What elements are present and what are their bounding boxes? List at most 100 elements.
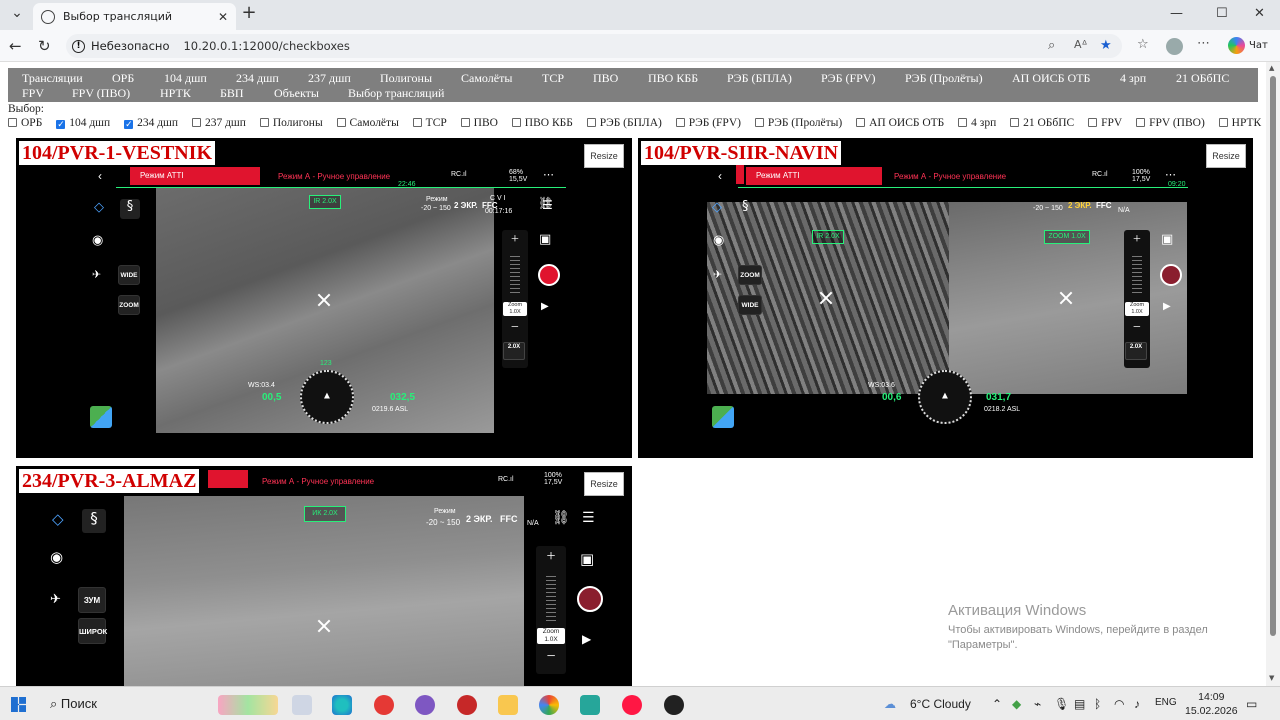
selection-option[interactable]: 4 зрп	[955, 117, 996, 129]
menu-item[interactable]: Самолёты	[461, 71, 512, 86]
ir-value-box[interactable]: 2.0X	[1125, 342, 1147, 360]
resize-button[interactable]: Resize	[1206, 144, 1246, 168]
tab-close-icon[interactable]: ✕	[218, 10, 228, 24]
checkbox[interactable]	[1088, 118, 1098, 127]
app-icon-teal[interactable]	[580, 695, 600, 715]
selection-option[interactable]: FPV	[1085, 117, 1122, 129]
checkbox[interactable]	[856, 118, 866, 127]
checkbox[interactable]	[259, 118, 269, 127]
checkbox-checked[interactable]: ✓	[56, 120, 66, 129]
menu-item[interactable]: 4 зрп	[1120, 71, 1146, 86]
menu-item[interactable]: Трансляции	[22, 71, 83, 86]
menu-item[interactable]: 234 дшп	[236, 71, 279, 86]
yandex-icon[interactable]	[374, 695, 394, 715]
resize-button[interactable]: Resize	[584, 472, 624, 496]
chrome-icon[interactable]	[539, 695, 559, 715]
camera-icon[interactable]: ▣	[539, 232, 551, 247]
zoom-button[interactable]: ZOOM	[118, 295, 140, 315]
taskbar-search[interactable]: ⌕ Поиск	[50, 696, 97, 712]
settings-sliders-icon[interactable]: ☰	[582, 510, 595, 526]
selection-option[interactable]: Самолёты	[334, 117, 399, 129]
checkbox[interactable]	[1010, 118, 1020, 127]
back-arrow-icon[interactable]: ←	[9, 37, 22, 55]
selection-option[interactable]: ОРБ	[8, 117, 42, 129]
menu-item[interactable]: 21 ОБбПС	[1176, 71, 1229, 86]
menu-item[interactable]: ТСР	[542, 71, 564, 86]
zoom-out-icon[interactable]: −	[536, 648, 566, 666]
menu-item[interactable]: FPV	[22, 86, 44, 101]
tab-actions-chevron-icon[interactable]: ⌄	[6, 5, 28, 21]
weather-cloud-icon[interactable]: ☁	[884, 697, 896, 711]
checkbox[interactable]	[460, 118, 470, 127]
zoom-button[interactable]: ЗУМ	[78, 587, 106, 613]
notifications-icon[interactable]: ▭	[1246, 697, 1257, 711]
weather-text[interactable]: 6°C Cloudy	[910, 697, 971, 711]
minimize-button[interactable]: —	[1170, 6, 1183, 21]
menu-item[interactable]: FPV (ПВО)	[72, 86, 130, 101]
task-view-icon[interactable]	[292, 695, 312, 715]
checkbox[interactable]	[336, 118, 346, 127]
scroll-down-arrow-icon[interactable]: ▼	[1269, 674, 1274, 682]
ffc-text[interactable]: FFC	[500, 514, 518, 524]
tray-app-icon[interactable]: ◆	[1012, 697, 1021, 711]
edge-browser-icon[interactable]	[332, 695, 352, 715]
menu-item[interactable]: 104 дшп	[164, 71, 207, 86]
selection-option[interactable]: ✓ 104 дшп	[53, 117, 110, 129]
bluetooth-icon[interactable]: ᛒ	[1094, 697, 1101, 711]
search-highlight-image[interactable]	[218, 695, 278, 715]
reload-icon[interactable]: ↻	[38, 37, 51, 55]
app-icon-dark[interactable]	[664, 695, 684, 715]
checkbox[interactable]	[412, 118, 422, 127]
menu-item[interactable]: ПВО КББ	[648, 71, 698, 86]
more-menu-icon[interactable]: ⋯	[1197, 36, 1210, 51]
target-lock-icon[interactable]: ◉	[92, 233, 103, 248]
address-bar[interactable]: ! Небезопасно 10.20.0.1:12000/checkboxes…	[66, 34, 1122, 58]
zoom-out-icon[interactable]: −	[1124, 320, 1150, 336]
windows-start-icon[interactable]	[11, 697, 26, 712]
selection-option[interactable]: РЭБ (FPV)	[673, 117, 741, 129]
more-icon[interactable]: ⋯	[543, 168, 554, 181]
drone-mode-icon[interactable]: ◇	[52, 510, 64, 528]
security-label[interactable]: Небезопасно	[91, 39, 169, 53]
file-explorer-icon[interactable]	[498, 695, 518, 715]
checkbox[interactable]	[1136, 118, 1146, 127]
gimbal-icon[interactable]: §	[742, 199, 749, 214]
selection-option[interactable]: ТСР	[410, 117, 447, 129]
ffc-text[interactable]: FFC	[1096, 201, 1112, 210]
zoom-search-icon[interactable]: ⌕	[1048, 38, 1055, 53]
tray-usb-icon[interactable]: ⌁	[1034, 697, 1041, 711]
menu-item[interactable]: РЭБ (FPV)	[821, 71, 876, 86]
menu-item[interactable]: Выбор трансляций	[348, 86, 444, 101]
menu-item[interactable]: ОРБ	[112, 71, 134, 86]
drone-mode-icon[interactable]: ◇	[712, 200, 722, 215]
selection-option[interactable]: 21 ОБбПС	[1007, 117, 1074, 129]
selection-option[interactable]: РЭБ (Пролёты)	[752, 117, 842, 129]
url-text[interactable]: 10.20.0.1:12000/checkboxes	[183, 39, 349, 53]
selection-option[interactable]: FPV (ПВО)	[1133, 117, 1205, 129]
menu-item[interactable]: РЭБ (Пролёты)	[905, 71, 983, 86]
playback-icon[interactable]: ▶	[1163, 301, 1171, 312]
vertical-scrollbar[interactable]: ▲ ▼	[1266, 62, 1280, 686]
menu-item[interactable]: РЭБ (БПЛА)	[727, 71, 792, 86]
wifi-icon[interactable]: ◠	[1114, 697, 1124, 711]
resize-button[interactable]: Resize	[584, 144, 624, 168]
camera-icon[interactable]: ▣	[580, 550, 594, 568]
maximize-button[interactable]: ☐	[1216, 6, 1228, 21]
zoom-slider[interactable]: + Zoom 1.0X − 2.0X	[502, 230, 528, 368]
playback-icon[interactable]: ▶	[541, 301, 549, 312]
target-lock-icon[interactable]: ◉	[713, 233, 724, 248]
favorite-star-icon[interactable]: ★	[1100, 38, 1112, 53]
wide-button[interactable]: WIDE	[738, 295, 762, 315]
link-icon[interactable]: ⛓	[552, 510, 570, 526]
volume-icon[interactable]: ♪	[1134, 697, 1140, 711]
browser-tab[interactable]: Выбор трансляций ✕	[33, 3, 236, 30]
return-home-icon[interactable]: ✈	[50, 592, 61, 607]
checkbox[interactable]	[8, 118, 17, 127]
selection-option[interactable]: ✓ 234 дшп	[121, 117, 178, 129]
checkbox-checked[interactable]: ✓	[124, 120, 134, 129]
back-chevron-icon[interactable]: ‹	[98, 169, 102, 183]
zoom-button[interactable]: ZOOM	[738, 265, 762, 285]
checkbox[interactable]	[958, 118, 968, 127]
checkbox[interactable]	[586, 118, 596, 127]
selection-option[interactable]: ПВО КББ	[509, 117, 573, 129]
